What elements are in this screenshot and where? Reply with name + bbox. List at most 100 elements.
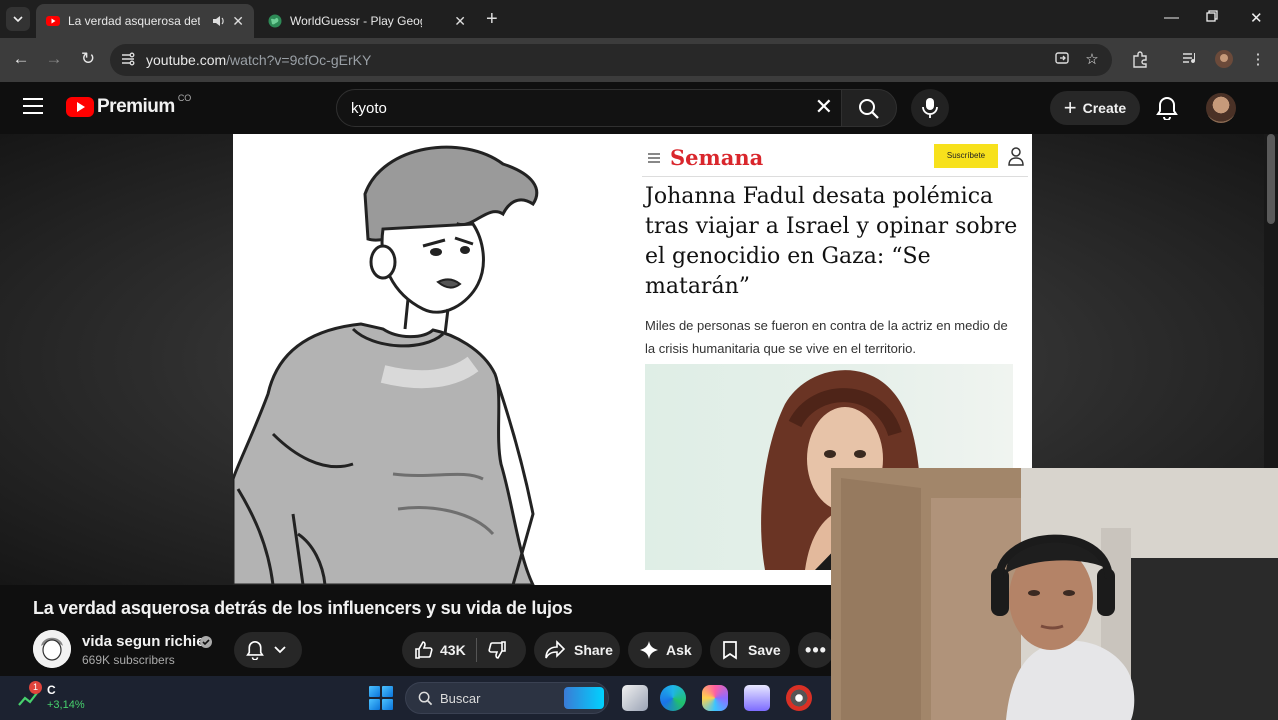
site-info-icon[interactable] bbox=[120, 51, 138, 69]
like-button[interactable]: 43K bbox=[414, 640, 466, 660]
notifications-bell-icon[interactable] bbox=[1156, 96, 1178, 120]
create-label: Create bbox=[1082, 100, 1127, 116]
bookmark-icon bbox=[723, 641, 737, 660]
tab-worldguessr[interactable]: WorldGuessr - Play Geoguessr ✕ bbox=[258, 4, 476, 38]
user-icon bbox=[1008, 147, 1024, 166]
widget-change: +3,14% bbox=[47, 699, 85, 711]
ask-button[interactable]: Ask bbox=[628, 632, 702, 668]
widget-badge: 1 bbox=[29, 681, 42, 694]
address-bar[interactable]: youtube.com/watch?v=9cfOc-gErKY ☆ bbox=[110, 44, 1112, 76]
speaker-icon[interactable] bbox=[212, 15, 226, 27]
search-icon bbox=[859, 99, 879, 119]
url-host: youtube.com bbox=[146, 52, 227, 68]
tab-youtube-video[interactable]: La verdad asquerosa detrás ✕ bbox=[36, 4, 254, 38]
thumbs-down-icon[interactable] bbox=[487, 640, 507, 660]
account-avatar[interactable] bbox=[1206, 93, 1236, 123]
media-controls-icon[interactable] bbox=[1180, 50, 1200, 70]
cartoon-character-illustration bbox=[233, 134, 638, 585]
chevron-down-icon bbox=[13, 16, 23, 22]
windows-taskbar: 1 C +3,14% Buscar bbox=[0, 676, 831, 720]
search-highlight-icon bbox=[564, 687, 604, 709]
youtube-play-logo-icon bbox=[66, 97, 94, 117]
article-menu-icon bbox=[648, 153, 660, 163]
bookmark-star-icon[interactable]: ☆ bbox=[1082, 50, 1102, 70]
voice-search-button[interactable] bbox=[911, 89, 949, 127]
logo-text: Premium bbox=[97, 96, 175, 117]
like-dislike-group: 43K bbox=[402, 632, 526, 668]
widget-label[interactable]: C bbox=[47, 683, 56, 697]
tab-title: WorldGuessr - Play Geoguessr bbox=[290, 14, 422, 28]
ask-label: Ask bbox=[666, 642, 692, 658]
new-tab-icon[interactable]: + bbox=[486, 8, 498, 31]
video-title: La verdad asquerosa detrás de los influe… bbox=[33, 598, 573, 618]
subscribed-notifications-button[interactable] bbox=[234, 632, 302, 668]
save-button[interactable]: Save bbox=[710, 632, 790, 668]
like-divider bbox=[475, 638, 477, 662]
subscriber-count: 669K subscribers bbox=[82, 653, 175, 667]
subscribe-badge: Suscríbete bbox=[934, 144, 998, 168]
store-icon[interactable] bbox=[744, 685, 770, 711]
scrollbar-thumb[interactable] bbox=[1267, 134, 1275, 224]
semana-logo: Semana bbox=[670, 145, 764, 170]
globe-favicon-icon bbox=[268, 14, 282, 28]
channel-name[interactable]: vida segun richie bbox=[82, 633, 205, 650]
reload-icon[interactable]: ↻ bbox=[77, 48, 99, 70]
search-input[interactable]: kyoto ✕ bbox=[336, 89, 842, 127]
chrome-browser-icon[interactable] bbox=[786, 685, 812, 711]
tab-search-button[interactable] bbox=[6, 7, 30, 31]
share-label: Share bbox=[574, 642, 613, 658]
create-button[interactable]: + Create bbox=[1050, 91, 1140, 125]
webcam-overlay bbox=[831, 468, 1278, 720]
windows-start-button[interactable] bbox=[369, 686, 393, 710]
sparkle-icon bbox=[640, 641, 658, 659]
more-menu-icon[interactable]: ⋮ bbox=[1248, 50, 1268, 70]
edge-browser-icon[interactable] bbox=[660, 685, 686, 711]
menu-icon[interactable] bbox=[23, 98, 43, 114]
channel-avatar[interactable] bbox=[33, 630, 71, 668]
article-lede: Miles de personas se fueron en contra de… bbox=[645, 318, 1008, 356]
clear-search-icon[interactable]: ✕ bbox=[815, 94, 833, 120]
youtube-header: Premium CO kyoto ✕ + Create bbox=[0, 82, 1278, 134]
save-label: Save bbox=[748, 642, 781, 658]
browser-tab-strip: La verdad asquerosa detrás ✕ WorldGuessr… bbox=[0, 0, 1278, 38]
country-code: CO bbox=[177, 93, 192, 103]
url-path: /watch?v=9cfOc-gErKY bbox=[226, 52, 372, 68]
bell-icon bbox=[246, 640, 264, 660]
close-tab-icon[interactable]: ✕ bbox=[454, 13, 466, 30]
microphone-icon bbox=[922, 98, 938, 118]
forward-icon[interactable]: → bbox=[43, 48, 65, 70]
profile-avatar-icon[interactable] bbox=[1214, 50, 1234, 70]
close-tab-icon[interactable]: ✕ bbox=[232, 13, 244, 30]
taskbar-search-placeholder: Buscar bbox=[440, 691, 481, 706]
more-horizontal-icon: ••• bbox=[805, 639, 827, 660]
plus-icon: + bbox=[1063, 95, 1077, 120]
channel-avatar-image bbox=[33, 630, 71, 668]
share-icon bbox=[545, 640, 566, 659]
share-button[interactable]: Share bbox=[534, 632, 620, 668]
verified-check-icon bbox=[200, 636, 212, 648]
tab-title: La verdad asquerosa detrás bbox=[68, 14, 200, 28]
chevron-down-icon bbox=[274, 646, 286, 654]
close-window-icon[interactable]: ✕ bbox=[1250, 9, 1263, 27]
article-headline: Johanna Fadul desata polémica tras viaja… bbox=[645, 184, 1018, 299]
taskbar-search-input[interactable]: Buscar bbox=[405, 682, 609, 714]
browser-toolbar: ← → ↻ youtube.com/watch?v=9cfOc-gErKY ☆ … bbox=[0, 38, 1278, 82]
more-actions-button[interactable]: ••• bbox=[798, 632, 834, 668]
search-query: kyoto bbox=[351, 100, 387, 117]
youtube-premium-logo[interactable]: Premium CO bbox=[66, 93, 192, 118]
back-icon[interactable]: ← bbox=[10, 48, 32, 70]
cast-icon[interactable] bbox=[1052, 50, 1072, 70]
extensions-icon[interactable] bbox=[1130, 50, 1150, 70]
article-divider bbox=[642, 176, 1028, 177]
task-view-icon[interactable] bbox=[622, 685, 648, 711]
youtube-favicon-icon bbox=[46, 16, 60, 26]
like-count: 43K bbox=[440, 642, 466, 658]
search-button[interactable] bbox=[841, 89, 897, 127]
url-text: youtube.com/watch?v=9cfOc-gErKY bbox=[146, 52, 371, 68]
streamer-webcam-feed bbox=[831, 468, 1278, 720]
copilot-icon[interactable] bbox=[702, 685, 728, 711]
restore-icon[interactable] bbox=[1206, 9, 1218, 26]
search-icon bbox=[418, 691, 433, 706]
minimize-icon[interactable]: — bbox=[1164, 9, 1179, 26]
thumbs-up-icon bbox=[415, 641, 433, 659]
